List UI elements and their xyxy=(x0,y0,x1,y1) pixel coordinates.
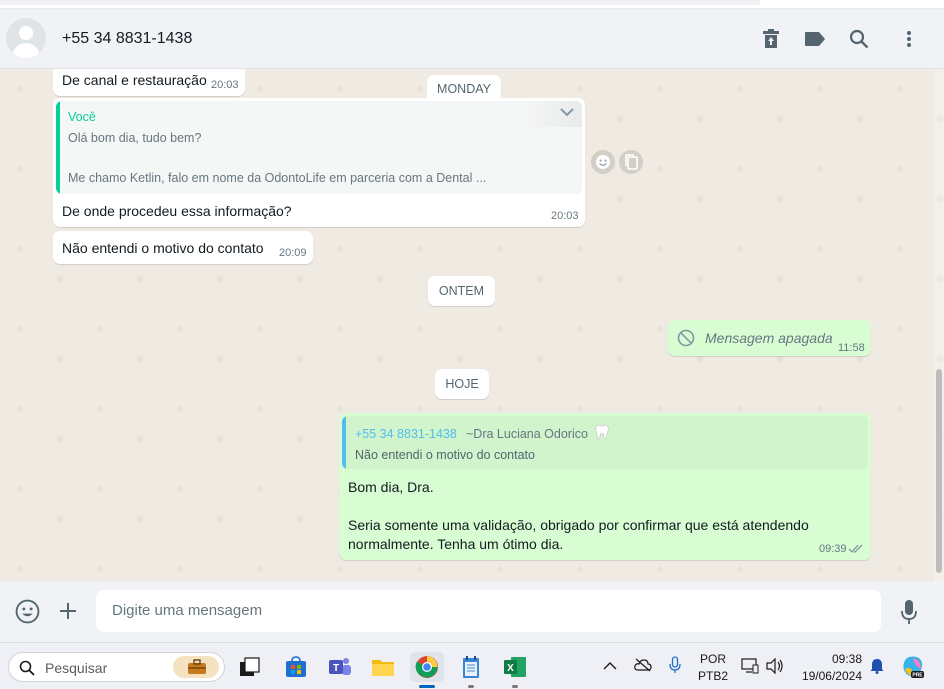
chat-header: +55 34 8831-1438 xyxy=(0,9,944,69)
quote-name: ~Dra Luciana Odorico xyxy=(466,427,588,441)
message-incoming-reply[interactable]: Você Olá bom dia, tudo bem? Me chamo Ket… xyxy=(53,98,585,227)
network-icon[interactable] xyxy=(741,658,759,674)
emoji-icon[interactable] xyxy=(15,599,40,624)
notification-bell-icon[interactable] xyxy=(870,658,884,674)
menu-icon[interactable] xyxy=(897,27,921,51)
quote-bar xyxy=(342,416,346,469)
running-indicator xyxy=(468,685,474,688)
message-text: De onde procedeu essa informação? xyxy=(62,203,292,219)
quoted-message[interactable]: Você Olá bom dia, tudo bem? Me chamo Ket… xyxy=(56,101,582,194)
message-time: 20:03 xyxy=(551,210,579,222)
react-button[interactable] xyxy=(591,150,615,174)
message-text: De canal e restauração xyxy=(62,72,207,88)
message-text: Não entendi o motivo do contato xyxy=(62,240,264,256)
message-text: Seria somente uma validação, obrigado po… xyxy=(348,517,809,533)
microphone-icon[interactable] xyxy=(900,599,918,625)
language-indicator[interactable]: POR xyxy=(697,652,729,666)
chevron-up-icon[interactable] xyxy=(603,661,617,670)
keyboard-layout[interactable]: PTB2 xyxy=(697,669,729,683)
search-highlight-badge xyxy=(173,656,219,678)
file-explorer-app[interactable] xyxy=(368,652,398,682)
running-indicator xyxy=(512,685,518,688)
composer: Digite uma mensagem xyxy=(0,581,944,642)
message-time: 09:39 xyxy=(819,543,847,555)
notepad-icon xyxy=(463,656,479,678)
avatar[interactable] xyxy=(6,18,46,58)
message-time: 11:58 xyxy=(838,342,865,354)
date-separator: ONTEM xyxy=(428,276,495,306)
browser-top-strip xyxy=(0,0,944,9)
archive-icon[interactable] xyxy=(759,27,783,51)
chat-area[interactable]: De canal e restauração 20:03 MONDAY Você… xyxy=(0,69,944,581)
microphone-icon[interactable] xyxy=(669,656,681,674)
emoji-icon xyxy=(596,155,610,169)
teams-app[interactable]: T xyxy=(325,652,355,682)
clock-date[interactable]: 19/06/2024 xyxy=(796,669,862,683)
quote-line: Me chamo Ketlin, falo em nome da OdontoL… xyxy=(68,171,487,185)
deleted-icon xyxy=(677,329,695,347)
quote-author: Você xyxy=(68,110,96,124)
quote-phone: +55 34 8831-1438 xyxy=(355,427,457,441)
volume-icon[interactable] xyxy=(766,658,784,674)
taskbar-search-label: Pesquisar xyxy=(45,660,108,676)
message-time: 20:09 xyxy=(279,247,307,259)
active-indicator xyxy=(419,685,435,688)
excel-app[interactable]: X xyxy=(500,652,530,688)
message-incoming[interactable]: De canal e restauração 20:03 xyxy=(53,69,245,96)
message-text: Mensagem apagada xyxy=(705,330,833,346)
double-check-icon xyxy=(848,544,863,553)
copy-icon xyxy=(625,154,638,170)
quote-bar xyxy=(56,101,60,194)
clock-time[interactable]: 09:38 xyxy=(796,652,862,666)
date-separator: HOJE xyxy=(435,369,489,399)
quote-text: Não entendi o motivo do contato xyxy=(355,448,535,462)
label-icon[interactable] xyxy=(803,27,827,51)
excel-icon: X xyxy=(504,657,526,677)
message-time: 20:03 xyxy=(211,79,239,91)
briefcase-icon xyxy=(188,659,206,674)
teams-icon: T xyxy=(329,658,351,675)
quoted-message[interactable]: +55 34 8831-1438 ~Dra Luciana Odorico Nã… xyxy=(342,416,868,469)
message-text: normalmente. Tenha um ótimo dia. xyxy=(348,536,564,552)
search-icon xyxy=(19,660,35,676)
store-icon xyxy=(286,656,306,677)
search-icon[interactable] xyxy=(847,27,871,51)
message-input[interactable]: Digite uma mensagem xyxy=(96,590,881,632)
scrollbar-thumb[interactable] xyxy=(936,369,942,573)
svg-text:X: X xyxy=(507,663,514,674)
svg-text:T: T xyxy=(333,663,339,674)
browser-tab-area xyxy=(0,0,760,5)
chrome-icon xyxy=(415,656,438,678)
copilot-icon[interactable]: PRE xyxy=(901,655,925,679)
avatar-body-shape xyxy=(12,43,40,58)
taskbar-search[interactable]: Pesquisar xyxy=(8,652,225,682)
task-view-icon xyxy=(240,657,260,676)
attach-plus-icon[interactable] xyxy=(58,601,78,621)
notepad-app[interactable] xyxy=(456,652,486,688)
chrome-app[interactable] xyxy=(410,652,444,688)
copy-button[interactable] xyxy=(619,150,643,174)
quote-line: Olá bom dia, tudo bem? xyxy=(68,131,202,145)
svg-text:PRE: PRE xyxy=(912,673,923,679)
message-incoming[interactable]: Não entendi o motivo do contato 20:09 xyxy=(53,231,313,264)
chevron-down-icon[interactable] xyxy=(560,107,574,117)
task-view-button[interactable] xyxy=(235,652,265,682)
message-input-placeholder: Digite uma mensagem xyxy=(112,602,263,619)
cloud-off-icon[interactable] xyxy=(634,658,652,672)
avatar-head-shape xyxy=(19,26,33,40)
message-outgoing-deleted[interactable]: Mensagem apagada 11:58 xyxy=(668,320,871,356)
folder-icon xyxy=(372,660,394,676)
windows-taskbar: Pesquisar T X POR PTB2 09:38 19/06/2024 … xyxy=(0,642,944,689)
microsoft-store-app[interactable] xyxy=(281,652,311,682)
tooth-icon xyxy=(595,424,609,440)
contact-name[interactable]: +55 34 8831-1438 xyxy=(62,30,192,48)
message-outgoing-reply[interactable]: +55 34 8831-1438 ~Dra Luciana Odorico Nã… xyxy=(339,413,871,560)
message-text: Bom dia, Dra. xyxy=(348,479,434,495)
